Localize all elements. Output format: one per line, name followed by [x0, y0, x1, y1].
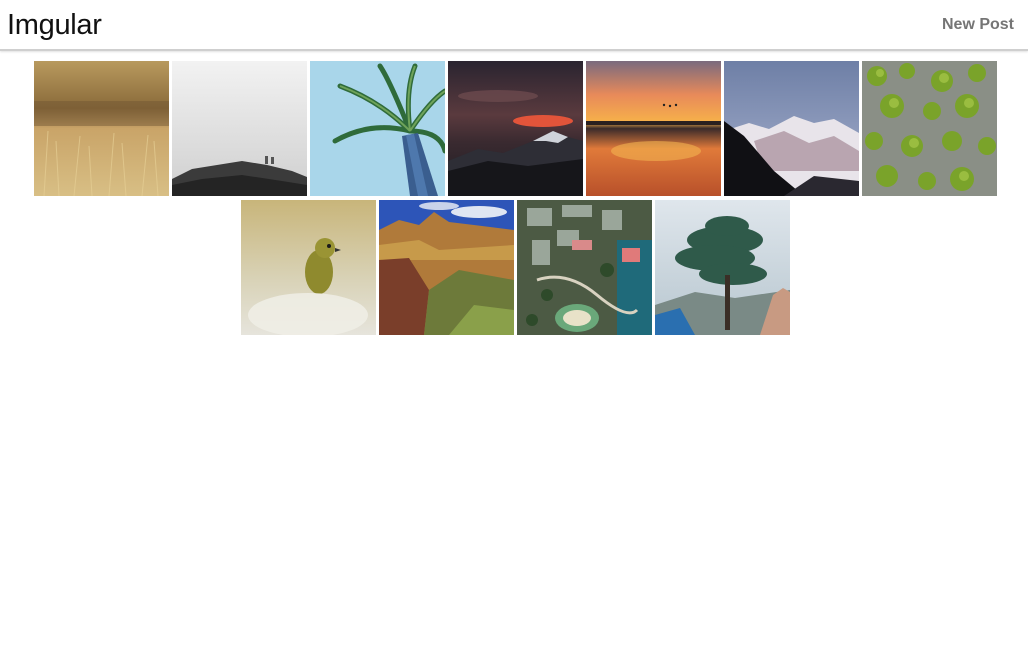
image-thumbnail-aerial-city[interactable]: [517, 200, 652, 335]
image-gallery: [0, 61, 1028, 339]
image-thumbnail-canyon[interactable]: [379, 200, 514, 335]
sunset-mountain-photo: [448, 61, 583, 196]
tree-photo: [655, 200, 790, 335]
bird-photo: [241, 200, 376, 335]
image-thumbnail-palm-tree[interactable]: [310, 61, 445, 196]
palm-tree-photo: [310, 61, 445, 196]
image-thumbnail-moss-rock[interactable]: [862, 61, 997, 196]
aerial-city-photo: [517, 200, 652, 335]
gallery-row: [0, 61, 1028, 196]
image-thumbnail-field-grass[interactable]: [34, 61, 169, 196]
image-thumbnail-foggy-rocks[interactable]: [172, 61, 307, 196]
image-thumbnail-snowy-mountain[interactable]: [724, 61, 859, 196]
image-thumbnail-beach-sunset[interactable]: [586, 61, 721, 196]
snowy-mountain-photo: [724, 61, 859, 196]
gallery-row: [0, 200, 1028, 335]
field-grass-photo: [34, 61, 169, 196]
canyon-photo: [379, 200, 514, 335]
moss-rock-photo: [862, 61, 997, 196]
app-title[interactable]: Imgular: [7, 8, 102, 42]
top-bar: Imgular New Post: [0, 0, 1028, 51]
foggy-rocks-photo: [172, 61, 307, 196]
image-thumbnail-bird[interactable]: [241, 200, 376, 335]
image-thumbnail-sunset-mountain[interactable]: [448, 61, 583, 196]
image-thumbnail-tree[interactable]: [655, 200, 790, 335]
new-post-button[interactable]: New Post: [942, 15, 1014, 35]
beach-sunset-photo: [586, 61, 721, 196]
